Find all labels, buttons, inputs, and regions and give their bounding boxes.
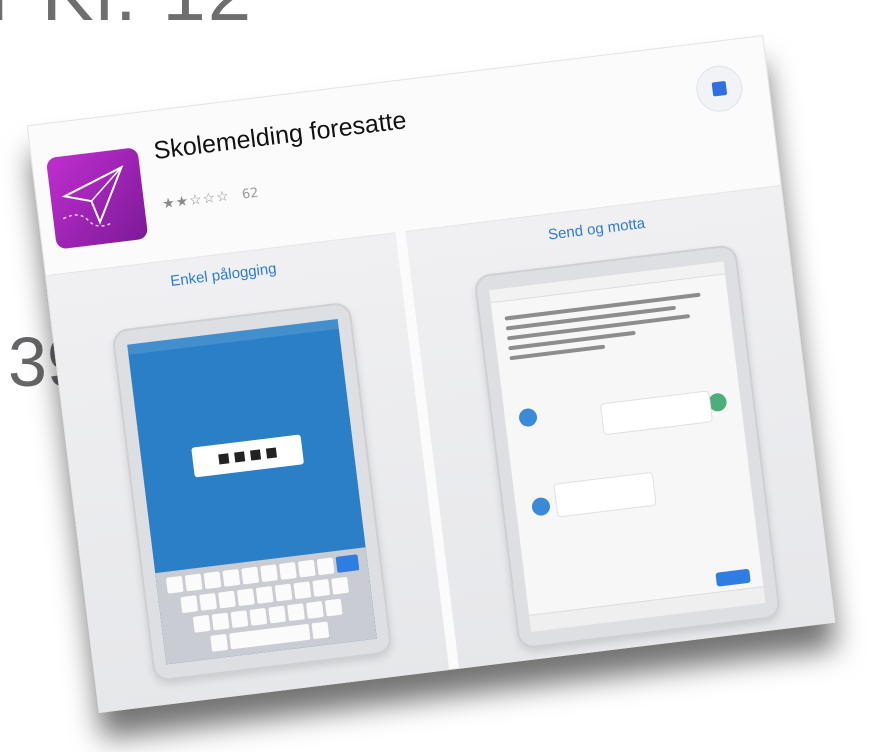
- rating-stars: ★★☆☆☆: [161, 188, 231, 213]
- login-screen: [127, 318, 377, 665]
- app-store-card: Skolemelding foresatte ★★☆☆☆ 62 Enkel på…: [26, 34, 836, 714]
- app-icon[interactable]: [45, 147, 149, 250]
- paper-plane-icon: [61, 165, 124, 227]
- send-button[interactable]: [715, 568, 751, 587]
- message-input[interactable]: [529, 586, 766, 632]
- background-heading: r Kl. 12: [0, 0, 253, 39]
- avatar: [530, 496, 552, 517]
- pin-input-field[interactable]: [191, 434, 305, 478]
- app-title: Skolemelding foresatte: [152, 106, 408, 166]
- screenshot-panel-left[interactable]: Enkel pålogging: [46, 232, 451, 714]
- pin-dot: [234, 451, 246, 463]
- avatar: [517, 407, 539, 428]
- chat-bubble: [599, 390, 713, 436]
- chat-screen: [489, 261, 766, 632]
- message-text: [504, 291, 723, 367]
- get-button[interactable]: [693, 63, 746, 115]
- rating-row: ★★☆☆☆ 62: [161, 185, 259, 213]
- pin-dot: [218, 453, 230, 465]
- status-bar: [127, 318, 339, 355]
- pin-dot: [265, 447, 278, 459]
- tablet-mockup-left: [111, 301, 393, 682]
- pin-dot: [249, 449, 262, 461]
- get-button-icon: [711, 80, 728, 97]
- on-screen-keyboard[interactable]: [155, 547, 377, 665]
- chat-bubble: [553, 471, 657, 518]
- screenshot-caption: Enkel pålogging: [169, 260, 278, 291]
- tablet-mockup-right: [473, 243, 782, 650]
- screenshot-panel-right[interactable]: Send og motta: [405, 184, 836, 679]
- rating-count: 62: [241, 185, 260, 203]
